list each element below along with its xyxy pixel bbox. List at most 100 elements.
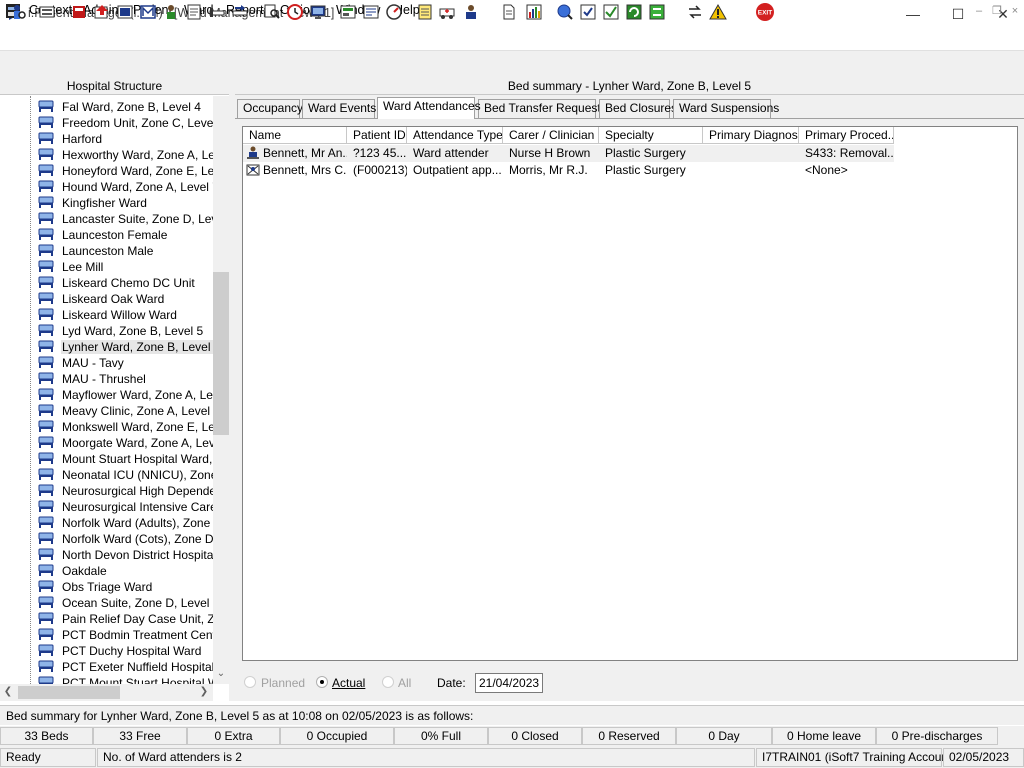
attendances-grid[interactable]	[242, 126, 1018, 661]
column-header[interactable]: Patient ID	[347, 127, 407, 144]
ward-bed-icon	[38, 116, 54, 128]
tree-item[interactable]: Lyd Ward, Zone B, Level 5	[38, 323, 204, 339]
tab-ward-attendances[interactable]: Ward Attendances	[377, 97, 481, 119]
tree-item[interactable]: MAU - Thrushel	[38, 371, 147, 387]
tree-item[interactable]: Mount Stuart Hospital Ward, To	[38, 451, 213, 467]
radio-planned-label: Planned	[261, 676, 306, 690]
tab-ward-suspensions[interactable]: Ward Suspensions	[673, 99, 779, 118]
tree-item-label: Lee Mill	[62, 260, 104, 274]
tree-item[interactable]: PCT Bodmin Treatment Centre	[38, 627, 213, 643]
globe-search-icon[interactable]	[555, 2, 575, 22]
tree-item[interactable]: Oakdale	[38, 563, 108, 579]
tree-item[interactable]: Launceston Male	[38, 243, 154, 259]
swap-icon[interactable]	[685, 2, 705, 22]
tree-item[interactable]: Norfolk Ward (Adults), Zone D,	[38, 515, 213, 531]
staff-icon[interactable]	[461, 2, 481, 22]
tree-item[interactable]: Moorgate Ward, Zone A, Level	[38, 435, 213, 451]
letter-icon[interactable]	[361, 2, 381, 22]
tree-item[interactable]: Hound Ward, Zone A, Level 7	[38, 179, 213, 195]
tree-item[interactable]: PCT Duchy Hospital Ward	[38, 643, 202, 659]
column-header[interactable]: Name	[243, 127, 347, 144]
scroll-left-icon[interactable]: ❮	[0, 686, 16, 697]
date-field[interactable]: 21/04/2023	[475, 673, 543, 693]
tree-item[interactable]: PCT Mount Stuart Hospital War	[38, 675, 213, 684]
document-icon[interactable]	[499, 2, 519, 22]
tree-item[interactable]: Norfolk Ward (Cots), Zone D, Le	[38, 531, 213, 547]
radio-planned[interactable]	[244, 676, 256, 688]
tree-item[interactable]: Lynher Ward, Zone B, Level 5	[38, 339, 213, 355]
check-list-icon[interactable]	[578, 2, 598, 22]
tree-item[interactable]: Lee Mill	[38, 259, 104, 275]
tree-item[interactable]: Liskeard Willow Ward	[38, 307, 178, 323]
tree-item[interactable]: Freedom Unit, Zone C, Level 12	[38, 115, 213, 131]
tree-item[interactable]: Hexworthy Ward, Zone A, Level	[38, 147, 213, 163]
tree-item[interactable]: Liskeard Oak Ward	[38, 291, 165, 307]
window-minimize-button[interactable]: —	[890, 0, 936, 28]
refresh-green-icon[interactable]	[624, 2, 644, 22]
timer-icon[interactable]	[384, 2, 404, 22]
mdi-close-button[interactable]: ×	[1008, 4, 1022, 18]
radio-actual[interactable]	[316, 676, 328, 688]
notepad-icon[interactable]	[415, 2, 435, 22]
tab-occupancy[interactable]: Occupancy	[237, 99, 303, 118]
tree-item[interactable]: MAU - Tavy	[38, 355, 125, 371]
mdi-minimize-button[interactable]: –	[972, 4, 986, 18]
tree-item[interactable]: Neurosurgical High Dependenc	[38, 483, 213, 499]
mail-icon[interactable]	[138, 2, 158, 22]
tree-item-label: Oakdale	[62, 564, 107, 578]
column-header[interactable]: Attendance Type	[407, 127, 503, 144]
column-header[interactable]: Specialty	[599, 127, 703, 144]
tree-item[interactable]: Liskeard Chemo DC Unit	[38, 275, 196, 291]
status-ready: Ready	[0, 748, 96, 767]
tree-item[interactable]: Mayflower Ward, Zone A, Level	[38, 387, 213, 403]
tree-item[interactable]: PCT Exeter Nuffield Hospital W	[38, 659, 213, 675]
monitor-icon[interactable]	[308, 2, 328, 22]
tree-item[interactable]: Launceston Female	[38, 227, 168, 243]
tab-bed-transfer-requests[interactable]: Bed Transfer Requests	[478, 99, 607, 118]
column-header[interactable]: Primary Diagnosis	[703, 127, 799, 144]
notes-icon[interactable]	[184, 2, 204, 22]
register-icon[interactable]	[37, 2, 57, 22]
column-header[interactable]: Primary Proced...	[799, 127, 894, 144]
tree-item[interactable]: Kingfisher Ward	[38, 195, 148, 211]
warning-icon[interactable]	[708, 2, 728, 22]
tab-ward-events[interactable]: Ward Events	[302, 99, 376, 118]
tree-item[interactable]: Fal Ward, Zone B, Level 4	[38, 99, 202, 115]
tree-item[interactable]: Honeyford Ward, Zone E, Leve	[38, 163, 213, 179]
bed-icon[interactable]	[207, 2, 227, 22]
tree-item[interactable]: North Devon District Hospital W	[38, 547, 213, 563]
tree-item[interactable]: Harford	[38, 131, 103, 147]
schedule-icon[interactable]	[338, 2, 358, 22]
mdi-restore-button[interactable]: ❐	[990, 4, 1004, 18]
admit-icon[interactable]	[92, 2, 112, 22]
record-icon[interactable]	[115, 2, 135, 22]
clock-icon[interactable]	[285, 2, 305, 22]
hospital-structure-tree[interactable]: Fal Ward, Zone B, Level 4 Freedom Unit, Z…	[0, 96, 213, 684]
tree-item[interactable]: Neonatal ICU (NNICU), Zone D	[38, 467, 213, 483]
exit-icon[interactable]: EXIT	[755, 2, 775, 22]
search-record-icon[interactable]	[262, 2, 282, 22]
tree-vertical-scroll-thumb[interactable]	[213, 272, 229, 435]
bar-chart-icon[interactable]	[524, 2, 544, 22]
tree-item[interactable]: Monkswell Ward, Zone E, Leve	[38, 419, 213, 435]
ambulance-icon[interactable]	[438, 2, 458, 22]
tree-item[interactable]: Lancaster Suite, Zone D, Level	[38, 211, 213, 227]
column-header[interactable]: Carer / Clinician	[503, 127, 599, 144]
tree-item[interactable]: Obs Triage Ward	[38, 579, 153, 595]
tree-item[interactable]: Meavy Clinic, Zone A, Level 5	[38, 403, 213, 419]
transfer-bed-icon[interactable]	[230, 2, 250, 22]
tree-item[interactable]: Neurosurgical Intensive Care Ur	[38, 499, 213, 515]
radio-all[interactable]	[382, 676, 394, 688]
scroll-right-icon[interactable]: ❯	[196, 686, 212, 697]
clinician-icon[interactable]	[161, 2, 181, 22]
tree-item[interactable]: Ocean Suite, Zone D, Level 6	[38, 595, 213, 611]
tree-horizontal-scroll-thumb[interactable]	[18, 686, 120, 699]
tab-bed-closures[interactable]: Bed Closures	[599, 99, 677, 118]
sync-icon[interactable]	[647, 2, 667, 22]
stat-cell: 0 Reserved	[582, 727, 676, 745]
approve-icon[interactable]	[601, 2, 621, 22]
find-patient-icon[interactable]	[8, 2, 28, 22]
book-icon[interactable]	[69, 2, 89, 22]
scroll-down-icon[interactable]: ⌄	[213, 668, 229, 679]
tree-item[interactable]: Pain Relief Day Case Unit, Zone	[38, 611, 213, 627]
